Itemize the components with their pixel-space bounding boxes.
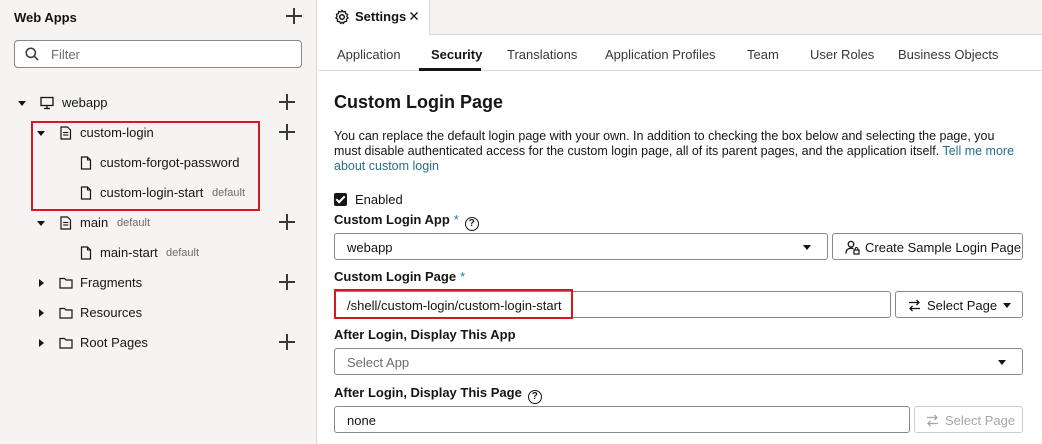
filter-field[interactable] <box>14 40 302 68</box>
custom-login-app-label: Custom Login App *? <box>334 212 479 231</box>
expand-caret-icon[interactable] <box>39 309 44 317</box>
default-tag: default <box>166 247 200 259</box>
required-mark: * <box>460 269 466 284</box>
tab-application[interactable]: Application <box>337 47 401 62</box>
help-icon[interactable]: ? <box>464 217 479 231</box>
folder-icon <box>59 307 73 319</box>
required-mark: * <box>453 212 459 227</box>
web-apps-sidebar: Web Apps webapp custom-login <box>0 0 317 444</box>
expand-caret-icon[interactable] <box>39 339 44 347</box>
desktop-icon <box>40 96 54 110</box>
tab-settings[interactable]: Settings <box>318 0 430 35</box>
add-root-page-icon[interactable] <box>277 332 297 352</box>
after-login-app-select[interactable]: Select App <box>334 348 1023 375</box>
help-icon[interactable]: ? <box>527 390 542 404</box>
after-login-page-field[interactable]: none <box>334 406 910 433</box>
tree-item-main[interactable]: main default <box>0 211 317 235</box>
highlight-box-custom-login-page <box>334 289 573 319</box>
user-lock-icon <box>845 240 860 255</box>
tab-application-profiles[interactable]: Application Profiles <box>605 47 716 62</box>
expand-caret-icon[interactable] <box>39 279 44 287</box>
description: You can replace the default login page w… <box>334 129 1024 174</box>
tree-item-webapp[interactable]: webapp <box>0 91 317 115</box>
custom-login-page-label: Custom Login Page * <box>334 269 466 284</box>
custom-login-app-select[interactable]: webapp <box>334 233 828 260</box>
after-login-page-value: none <box>347 413 376 428</box>
select-page-button-disabled[interactable]: Select Page <box>914 406 1023 433</box>
swap-arrows-icon <box>927 414 938 427</box>
add-page-icon[interactable] <box>277 122 297 142</box>
search-icon <box>25 47 39 61</box>
add-page-icon[interactable] <box>277 212 297 232</box>
page-title: Custom Login Page <box>334 92 504 112</box>
swap-arrows-icon <box>909 299 920 312</box>
gear-icon <box>335 9 349 25</box>
default-tag: default <box>117 217 151 229</box>
add-page-icon[interactable] <box>277 92 297 112</box>
create-sample-login-page-button[interactable]: Create Sample Login Page <box>832 233 1023 260</box>
tree-item-label: Fragments <box>80 275 143 290</box>
collapse-caret-icon[interactable] <box>37 221 45 226</box>
after-login-page-label: After Login, Display This Page? <box>334 385 542 404</box>
security-settings-panel: Custom Login Page You can replace the de… <box>318 72 1042 444</box>
editor-tab-strip: Settings <box>318 0 1042 35</box>
tree-item-fragments[interactable]: Fragments <box>0 271 317 295</box>
tab-team[interactable]: Team <box>747 47 779 62</box>
after-login-app-label: After Login, Display This App <box>334 327 516 342</box>
tree-item-label: main <box>80 215 109 230</box>
chevron-down-icon <box>998 360 1006 365</box>
select-page-label: Select Page <box>927 298 998 313</box>
page-icon <box>80 246 92 260</box>
enabled-checkbox-row[interactable]: Enabled <box>334 191 403 207</box>
chevron-down-icon <box>1003 303 1011 308</box>
active-tab-indicator <box>419 68 481 71</box>
folder-icon <box>59 277 73 289</box>
chevron-down-icon <box>803 245 811 250</box>
folder-icon <box>59 337 73 349</box>
tab-translations[interactable]: Translations <box>507 47 577 62</box>
sidebar-title: Web Apps <box>14 10 77 25</box>
tree-item-main-start[interactable]: main-start default <box>0 241 317 265</box>
description-text: You can replace the default login page w… <box>334 129 995 158</box>
select-page-button[interactable]: Select Page <box>895 291 1023 318</box>
highlight-box-custom-login <box>31 121 260 211</box>
enabled-label: Enabled <box>355 191 403 207</box>
tree-item-root-pages[interactable]: Root Pages <box>0 331 317 355</box>
tab-security[interactable]: Security <box>431 47 482 62</box>
enabled-checkbox[interactable] <box>334 192 347 206</box>
collapse-caret-icon[interactable] <box>18 101 26 106</box>
tree-item-resources[interactable]: Resources <box>0 301 317 325</box>
add-web-app-icon[interactable] <box>284 6 304 26</box>
tree-item-label: main-start <box>100 245 158 260</box>
tree-item-label: Resources <box>80 305 143 320</box>
tab-business-objects[interactable]: Business Objects <box>898 47 998 62</box>
tab-settings-label: Settings <box>355 9 407 24</box>
page-flow-icon <box>60 216 72 230</box>
create-sample-login-page-label: Create Sample Login Page <box>865 240 1022 255</box>
close-icon[interactable] <box>408 10 420 22</box>
settings-subtabs: Application Security Translations Applic… <box>318 36 1042 71</box>
add-fragment-icon[interactable] <box>277 272 297 292</box>
filter-input[interactable] <box>51 45 291 63</box>
tree-item-label: Root Pages <box>80 335 148 350</box>
select-page-label: Select Page <box>945 413 1016 428</box>
custom-login-app-value: webapp <box>347 240 393 255</box>
after-login-app-placeholder: Select App <box>347 355 410 370</box>
tree-item-label: webapp <box>62 95 108 110</box>
tab-user-roles[interactable]: User Roles <box>810 47 874 62</box>
